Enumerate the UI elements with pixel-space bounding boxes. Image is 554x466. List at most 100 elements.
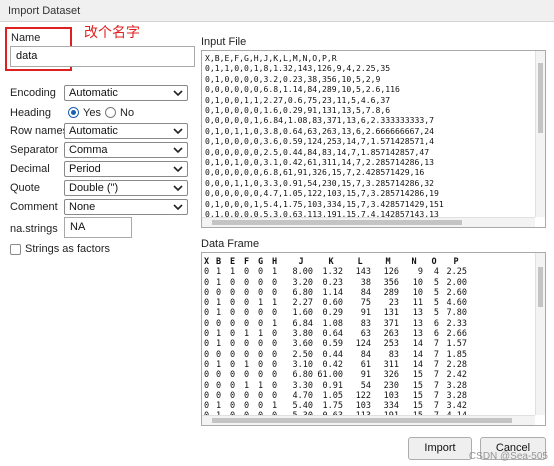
table-cell: 0 — [204, 380, 210, 391]
table-cell: 0 — [258, 308, 264, 319]
chevron-down-icon — [173, 185, 183, 192]
table-cell: 253 — [383, 339, 399, 350]
window-title: Import Dataset — [8, 5, 81, 17]
nastrings-field[interactable]: NA — [64, 217, 132, 238]
decimal-select[interactable]: Period — [64, 161, 188, 177]
table-cell: 0 — [204, 267, 210, 278]
table-cell: 1 — [216, 308, 222, 319]
data-frame-hscroll[interactable] — [202, 415, 535, 425]
table-cell: 0 — [244, 349, 250, 360]
table-cell: 103 — [383, 390, 399, 401]
comment-select[interactable]: None — [64, 199, 188, 215]
table-cell: 6 — [433, 318, 439, 329]
table-cell: 3.42 — [446, 401, 467, 412]
data-frame-vscroll[interactable] — [535, 253, 545, 415]
rownames-value: Automatic — [69, 125, 118, 137]
table-cell: 1.05 — [322, 390, 343, 401]
input-file-vscroll[interactable] — [535, 51, 545, 217]
table-cell: 0 — [230, 339, 236, 350]
table-cell: 6.80 — [292, 370, 313, 381]
table-row: 0 0 0 0 0 1 6.84 1.08 83 371 13 6 2.33 — [204, 319, 470, 329]
table-cell: 83 — [388, 349, 399, 360]
table-cell: 1 — [258, 380, 264, 391]
comment-value: None — [69, 201, 96, 213]
chevron-down-icon — [173, 166, 183, 173]
rownames-select[interactable]: Automatic — [64, 123, 188, 139]
column-header: N — [411, 257, 417, 267]
annotation-text: 改个名字 — [84, 25, 140, 41]
input-file-text: X,B,E,F,G,H,J,K,L,M,N,O,P,R 0,1,1,0,0,1,8… — [202, 51, 545, 227]
file-line: 0,0,0,0,0,0,2.5,0.44,84,83,14,7,1.857142… — [205, 146, 430, 157]
scroll-thumb[interactable] — [212, 418, 512, 423]
table-cell: 61 — [360, 359, 371, 370]
table-cell: 3.28 — [446, 380, 467, 391]
heading-no-label: No — [120, 107, 135, 119]
table-cell: 0 — [230, 370, 236, 381]
title-bar: Import Dataset — [0, 0, 554, 22]
table-cell: 0 — [244, 339, 250, 350]
nastrings-label: na.strings — [10, 223, 58, 235]
table-cell: 38 — [360, 277, 371, 288]
table-cell: 2.50 — [292, 349, 313, 360]
table-cell: 0 — [244, 318, 250, 329]
table-cell: 0.59 — [322, 339, 343, 350]
table-cell: 1 — [244, 329, 250, 340]
table-cell: 0 — [204, 329, 210, 340]
table-cell: 0 — [272, 277, 278, 288]
heading-yes-radio[interactable] — [68, 107, 79, 118]
table-cell: 0 — [204, 318, 210, 329]
table-cell: 0 — [272, 329, 278, 340]
table-cell: 0 — [244, 267, 250, 278]
encoding-label: Encoding — [10, 87, 56, 99]
scroll-thumb[interactable] — [212, 220, 462, 225]
table-cell: 0 — [204, 277, 210, 288]
rownames-label: Row names — [10, 125, 69, 137]
table-cell: 0 — [230, 318, 236, 329]
table-cell: 0 — [258, 349, 264, 360]
table-cell: 1 — [244, 359, 250, 370]
file-line: 0,1,0,0,0,1,5.4,1.75,103,334,15,7,3.4285… — [205, 198, 444, 209]
file-line: 0,1,1,0,0,1,8,1.32,143,126,9,4,2.25,35 — [205, 63, 391, 74]
table-cell: 0 — [204, 370, 210, 381]
chevron-down-icon — [173, 147, 183, 154]
table-cell: 23 — [388, 298, 399, 309]
table-row: 0 1 1 0 0 1 8.00 1.32 143 126 9 4 2.25 — [204, 267, 470, 277]
table-cell: 1 — [216, 329, 222, 340]
table-cell: 289 — [383, 287, 399, 298]
table-row: 0 1 0 0 0 1 5.40 1.75 103 334 15 7 3.42 — [204, 401, 470, 411]
table-row: 0 1 0 0 0 0 3.20 0.23 38 356 10 5 2.00 — [204, 278, 470, 288]
table-cell: 10 — [412, 287, 423, 298]
table-cell: 0 — [204, 349, 210, 360]
table-cell: 0 — [216, 370, 222, 381]
file-line: 0,1,0,0,0,0,1.6,0.29,91,131,13,5,7.8,6 — [205, 105, 391, 116]
table-cell: 1 — [216, 359, 222, 370]
column-header: E — [230, 257, 236, 267]
scroll-thumb[interactable] — [538, 63, 543, 133]
table-cell: 1.75 — [322, 401, 343, 412]
table-cell: 13 — [412, 308, 423, 319]
column-header: L — [357, 257, 363, 267]
heading-no-radio[interactable] — [105, 107, 116, 118]
table-cell: 0 — [258, 339, 264, 350]
table-cell: 0.29 — [322, 308, 343, 319]
input-file-preview[interactable]: X,B,E,F,G,H,J,K,L,M,N,O,P,R 0,1,1,0,0,1,8… — [201, 50, 546, 228]
table-cell: 7 — [433, 380, 439, 391]
input-file-hscroll[interactable] — [202, 217, 535, 227]
name-field[interactable]: data — [10, 46, 195, 67]
table-cell: 0 — [230, 287, 236, 298]
table-cell: 3.30 — [292, 380, 313, 391]
quote-label: Quote — [10, 182, 40, 194]
table-cell: 334 — [383, 401, 399, 412]
table-cell: 2.00 — [446, 277, 467, 288]
table-cell: 0 — [230, 298, 236, 309]
table-cell: 0 — [216, 287, 222, 298]
table-cell: 1 — [272, 318, 278, 329]
quote-select[interactable]: Double (") — [64, 180, 188, 196]
data-frame-preview[interactable]: XBEFGHJKLMNOP 0 1 1 0 0 1 8.00 1.32 143 126 9 4 2.25… — [201, 252, 546, 426]
strings-as-factors-checkbox[interactable] — [10, 244, 21, 255]
scroll-thumb[interactable] — [538, 267, 543, 307]
separator-select[interactable]: Comma — [64, 142, 188, 158]
import-button[interactable]: Import — [408, 437, 472, 460]
table-cell: 15 — [412, 390, 423, 401]
encoding-select[interactable]: Automatic — [64, 85, 188, 101]
